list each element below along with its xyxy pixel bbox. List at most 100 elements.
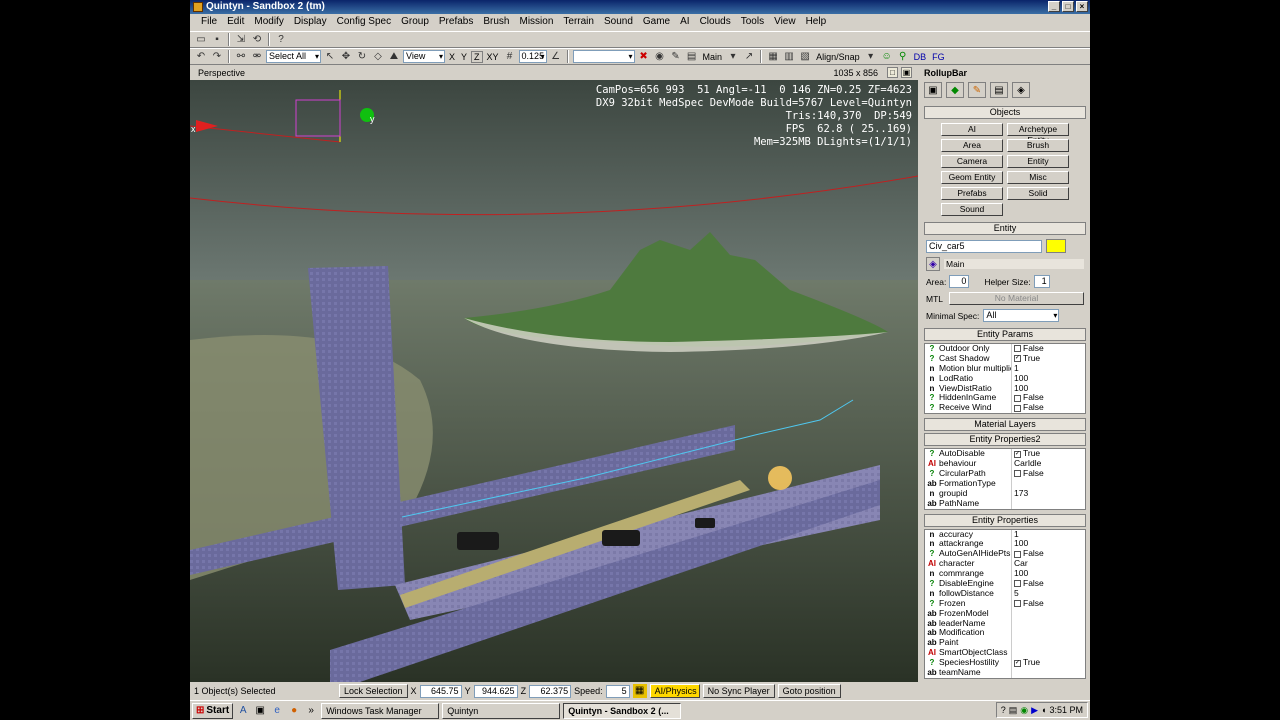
property-row[interactable]: ? AutoDisable ✓ True	[925, 448, 1085, 460]
menu-modify[interactable]: Modify	[249, 14, 288, 30]
property-row[interactable]: AI behaviour CarIdle	[925, 458, 1085, 470]
select-layer-icon[interactable]: ↗	[742, 50, 756, 64]
property-row[interactable]: ab Modification	[925, 628, 1085, 639]
property-row[interactable]: ab leaderName	[925, 618, 1085, 629]
property-row[interactable]: ? DisableEngine False	[925, 578, 1085, 589]
tray-network-icon[interactable]: ▤	[1009, 705, 1018, 716]
property-row[interactable]: n followDistance 5	[925, 588, 1085, 599]
unlink-icon[interactable]: ⚮	[250, 50, 264, 64]
object-brush-button[interactable]: Brush	[1007, 139, 1069, 152]
object-camera-button[interactable]: Camera	[941, 155, 1003, 168]
property-row[interactable]: n Motion blur multiplier 1	[925, 363, 1085, 374]
property-checkbox[interactable]: ✓	[1014, 450, 1021, 458]
property-value[interactable]	[1011, 608, 1085, 619]
property-checkbox[interactable]	[1014, 404, 1021, 412]
property-value[interactable]: ✓ True	[1011, 353, 1085, 364]
tray-media-icon[interactable]: ▶	[1031, 705, 1038, 716]
property-value[interactable]: False	[1011, 598, 1085, 609]
property-value[interactable]	[1011, 618, 1085, 629]
material-icon[interactable]: ◉	[653, 50, 667, 64]
quicklaunch-explorer-icon[interactable]: ▣	[253, 704, 267, 718]
property-checkbox[interactable]	[1014, 580, 1021, 588]
property-row[interactable]: ? CircularPath False	[925, 468, 1085, 479]
object-name-combo[interactable]	[572, 50, 635, 63]
tray-security-icon[interactable]: ◉	[1020, 705, 1028, 716]
object-area-button[interactable]: Area	[941, 139, 1003, 152]
menu-display[interactable]: Display	[289, 14, 332, 30]
db-button[interactable]: DB	[912, 52, 929, 62]
property-row[interactable]: ? AutoGenAIHidePts False	[925, 548, 1085, 560]
menu-mission[interactable]: Mission	[514, 14, 558, 30]
task-sandbox[interactable]: Quintyn - Sandbox 2 (...	[563, 702, 682, 719]
save-icon[interactable]: ▪	[210, 33, 224, 47]
car-1[interactable]	[457, 532, 499, 550]
layer-select-icon[interactable]: ◈	[926, 257, 940, 271]
select-filter-combo[interactable]: Select All	[266, 50, 321, 63]
car-2[interactable]	[602, 530, 640, 546]
property-value[interactable]: False	[1011, 468, 1085, 479]
help-icon[interactable]: ?	[274, 33, 288, 47]
menu-brush[interactable]: Brush	[478, 14, 514, 30]
object-geom-entity-button[interactable]: Geom Entity	[941, 171, 1003, 184]
axis-xy-button[interactable]: XY	[485, 52, 501, 62]
start-button[interactable]: ⊞ Start	[192, 702, 234, 719]
align-snap-dropdown-icon[interactable]: ▾	[864, 50, 878, 64]
move-icon[interactable]: ✥	[339, 50, 353, 64]
property-row[interactable]: AI SmartObjectClass	[925, 648, 1085, 659]
property-checkbox[interactable]: ✓	[1014, 355, 1021, 363]
tab-objects-icon[interactable]: ▣	[924, 82, 942, 98]
property-checkbox[interactable]: ✓	[1014, 659, 1021, 667]
export-icon[interactable]: ⇲	[234, 33, 248, 47]
property-row[interactable]: ab FormationType	[925, 478, 1085, 489]
object-sound-button[interactable]: Sound	[941, 203, 1003, 216]
entity-name-input[interactable]: Civ_car5	[926, 239, 1042, 253]
grid-size-combo[interactable]: 0.125	[518, 50, 547, 63]
object-misc-button[interactable]: Misc	[1007, 171, 1069, 184]
paint-icon[interactable]: ✎	[669, 50, 683, 64]
entity-panel-header[interactable]: Entity	[924, 222, 1086, 235]
entity-properties-header[interactable]: Entity Properties	[924, 513, 1086, 527]
tab-modify-icon[interactable]: ✎	[968, 82, 986, 98]
tab-display-icon[interactable]: ▤	[990, 82, 1008, 98]
menu-tools[interactable]: Tools	[736, 14, 769, 30]
property-row[interactable]: ? SpeciesHostility ✓ True	[925, 657, 1085, 669]
object-solid-button[interactable]: Solid	[1007, 187, 1069, 200]
maximize-button[interactable]: □	[1062, 1, 1074, 12]
min-spec-combo[interactable]: All	[983, 309, 1060, 322]
axis-y-button[interactable]: Y	[459, 52, 469, 62]
reload-icon[interactable]: ⟲	[250, 33, 264, 47]
graph-icon[interactable]: ▥	[782, 50, 796, 64]
speed-input[interactable]: 5	[605, 684, 630, 698]
goto-position-button[interactable]: Goto position	[777, 684, 841, 698]
tray-help-icon[interactable]: ?	[1001, 705, 1006, 715]
object-entity-button[interactable]: Entity	[1007, 155, 1069, 168]
property-row[interactable]: AI character Car	[925, 558, 1085, 570]
fg-button[interactable]: FG	[930, 52, 947, 62]
object-ai-button[interactable]: AI	[941, 123, 1003, 136]
property-row[interactable]: ab Paint	[925, 638, 1085, 649]
property-row[interactable]: ab FrozenModel	[925, 608, 1085, 619]
tab-terrain-icon[interactable]: ◆	[946, 82, 964, 98]
link-icon[interactable]: ⚯	[234, 50, 248, 64]
property-row[interactable]: ? Outdoor Only False	[925, 343, 1085, 354]
no-sync-player-button[interactable]: No Sync Player	[702, 684, 775, 698]
menu-clouds[interactable]: Clouds	[695, 14, 736, 30]
property-row[interactable]: ab PathName	[925, 498, 1085, 509]
object-archetype-entity-button[interactable]: Archetype Entity	[1007, 123, 1069, 145]
quicklaunch-autodesk-icon[interactable]: A	[236, 704, 250, 718]
viewport-name[interactable]: Perspective	[198, 68, 245, 78]
property-value[interactable]	[1011, 638, 1085, 649]
database-icon[interactable]: ▧	[798, 50, 812, 64]
layer-combo[interactable]: Main	[701, 52, 725, 62]
property-checkbox[interactable]	[1014, 394, 1021, 402]
entity-params-header[interactable]: Entity Params	[924, 328, 1086, 341]
property-row[interactable]: n attackrange 100	[925, 539, 1085, 550]
delete-icon[interactable]: ✖	[637, 50, 651, 64]
rotate-icon[interactable]: ↻	[355, 50, 369, 64]
object-prefabs-button[interactable]: Prefabs	[941, 187, 1003, 200]
car-3[interactable]	[695, 518, 715, 528]
property-checkbox[interactable]	[1014, 470, 1021, 478]
menu-help[interactable]: Help	[801, 14, 832, 30]
redo-icon[interactable]: ↷	[210, 50, 224, 64]
property-row[interactable]: n LodRatio 100	[925, 373, 1085, 384]
